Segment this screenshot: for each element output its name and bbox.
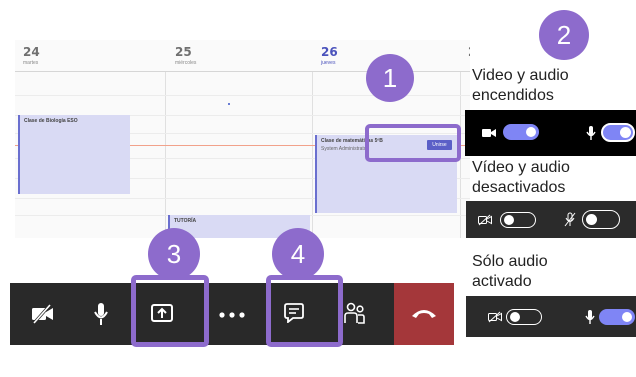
video-toggle[interactable] bbox=[503, 124, 539, 140]
hang-up-button[interactable] bbox=[394, 283, 454, 345]
label-line: encendidos bbox=[472, 87, 554, 104]
video-toggle[interactable] bbox=[506, 309, 542, 325]
camera-off-icon bbox=[32, 304, 53, 324]
panel-audio-only bbox=[466, 296, 636, 337]
day-name: miércoles bbox=[175, 60, 197, 66]
label-line: activado bbox=[472, 273, 532, 290]
camera-toggle-button[interactable] bbox=[22, 283, 66, 345]
share-highlight bbox=[131, 275, 209, 347]
day-header-25[interactable]: 25 miércoles bbox=[167, 40, 312, 72]
hang-up-icon bbox=[412, 310, 436, 318]
day-number: 24 bbox=[23, 45, 40, 59]
microphone-button[interactable] bbox=[80, 283, 124, 345]
label-line: desactivados bbox=[472, 179, 566, 196]
label-line: Sólo audio bbox=[472, 253, 548, 270]
video-off-icon bbox=[478, 214, 492, 226]
audio-toggle[interactable] bbox=[599, 309, 635, 325]
label-line: Video y audio bbox=[472, 67, 569, 84]
microphone-icon bbox=[585, 310, 595, 324]
day-header-27[interactable]: 27 bbox=[462, 40, 470, 72]
event-title: Clase de Biología ESO bbox=[24, 118, 78, 124]
day-number: 27 bbox=[468, 45, 470, 59]
video-off-icon bbox=[488, 311, 502, 323]
callout-3: 3 bbox=[148, 228, 200, 280]
event-title: TUTORÍA bbox=[174, 218, 197, 224]
audio-toggle[interactable] bbox=[601, 123, 635, 142]
day-name: martes bbox=[23, 60, 39, 66]
day-number: 25 bbox=[175, 45, 192, 59]
callout-2: 2 bbox=[539, 10, 589, 60]
chat-highlight bbox=[266, 275, 343, 347]
microphone-icon bbox=[94, 303, 108, 325]
column-divider bbox=[165, 72, 166, 238]
panel-both-on bbox=[465, 110, 636, 156]
panel-both-off bbox=[466, 201, 636, 238]
day-name: jueves bbox=[321, 60, 336, 66]
microphone-off-icon bbox=[564, 212, 576, 227]
callout-4: 4 bbox=[272, 228, 324, 280]
video-camera-icon bbox=[482, 129, 496, 137]
more-options-button[interactable] bbox=[210, 283, 254, 345]
join-highlight bbox=[365, 124, 461, 162]
day-number: 26 bbox=[321, 45, 338, 59]
day-header-24[interactable]: 24 martes bbox=[15, 40, 160, 72]
event-biology[interactable]: Clase de Biología ESO bbox=[18, 115, 130, 194]
participants-icon bbox=[344, 302, 365, 324]
audio-toggle[interactable] bbox=[582, 210, 620, 229]
meeting-toolbar bbox=[10, 283, 454, 345]
label-line: Vídeo y audio bbox=[472, 159, 570, 176]
callout-1: 1 bbox=[366, 54, 414, 102]
state-label-both-off: Vídeo y audio desactivados bbox=[472, 158, 570, 198]
video-toggle[interactable] bbox=[500, 212, 536, 228]
state-label-both-on: Video y audio encendidos bbox=[472, 66, 569, 106]
column-divider bbox=[312, 72, 313, 238]
more-options-icon bbox=[219, 312, 245, 318]
dot-marker bbox=[228, 103, 230, 105]
microphone-icon bbox=[586, 126, 596, 140]
state-label-audio-only: Sólo audio activado bbox=[472, 252, 548, 292]
event-organizer: System Administrator bbox=[321, 146, 369, 152]
